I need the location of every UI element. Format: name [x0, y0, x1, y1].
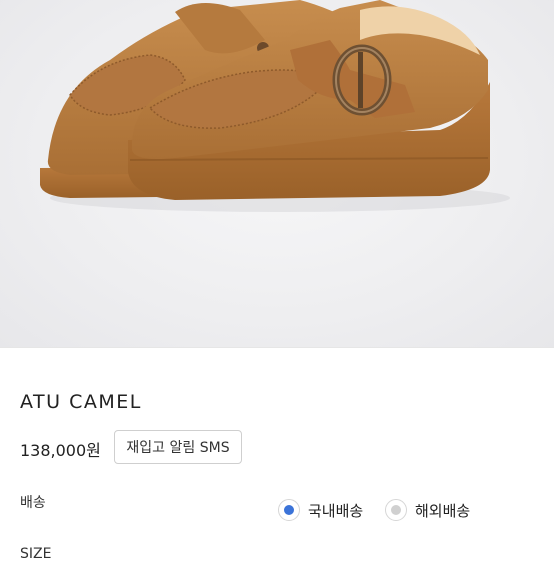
- radio-button-unselected[interactable]: [385, 499, 407, 521]
- shoe-illustration: [40, 0, 510, 212]
- section-divider: [0, 347, 554, 348]
- restock-sms-button[interactable]: 재입고 알림 SMS: [114, 430, 242, 464]
- product-image: [0, 0, 554, 347]
- size-label: SIZE: [20, 546, 52, 562]
- product-price: 138,000원: [20, 441, 101, 460]
- radio-dot: [391, 505, 401, 515]
- shipping-option-overseas[interactable]: 해외배송: [385, 497, 470, 523]
- shipping-option-domestic-label: 국내배송: [308, 501, 364, 520]
- shipping-label: 배송: [20, 495, 46, 511]
- radio-dot: [284, 505, 294, 515]
- radio-button-selected[interactable]: [278, 499, 300, 521]
- shipping-option-domestic[interactable]: 국내배송: [278, 497, 363, 523]
- product-title: ATU CAMEL: [20, 391, 142, 413]
- shipping-option-overseas-label: 해외배송: [415, 501, 471, 520]
